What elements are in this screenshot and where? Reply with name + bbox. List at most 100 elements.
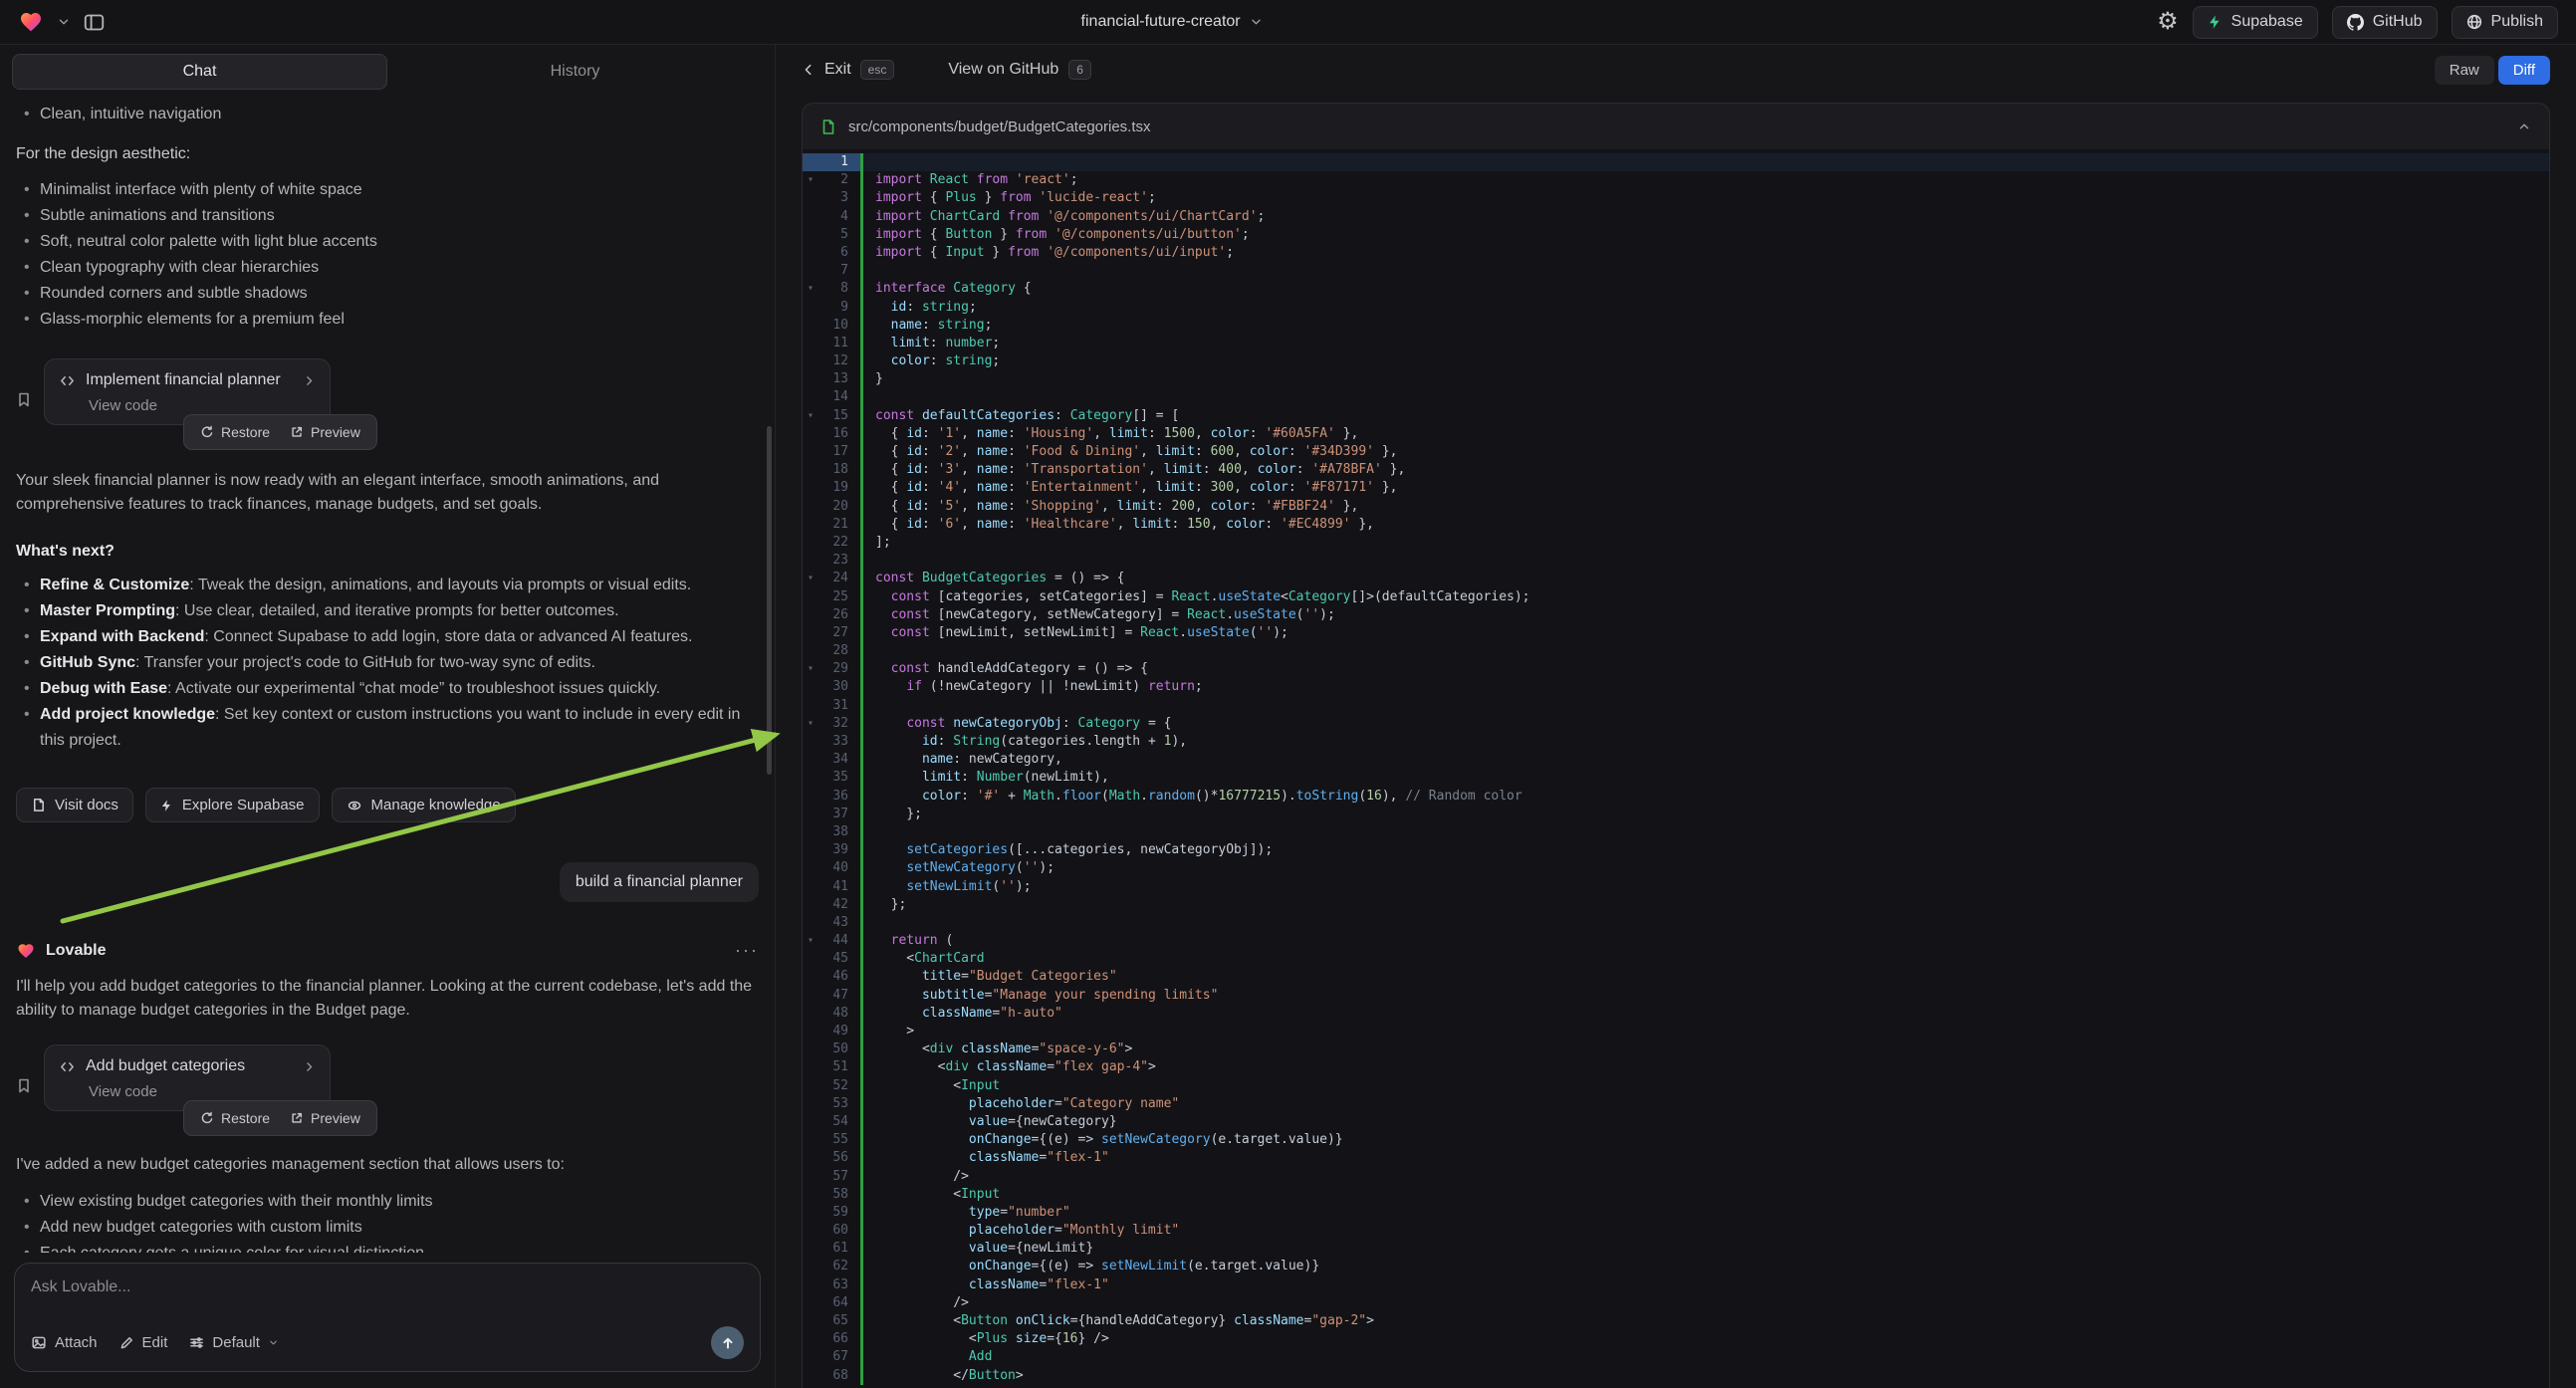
bullet-item: Each category gets a unique color for vi… (16, 1241, 759, 1253)
tab-chat[interactable]: Chat (12, 54, 387, 90)
restore-icon (200, 425, 214, 439)
summary-paragraph: Your sleek financial planner is now read… (16, 469, 759, 517)
code-icon (59, 1059, 76, 1074)
restore-button[interactable]: Restore (190, 421, 280, 443)
code-line: 59 type="number" (803, 1204, 2549, 1222)
collapse-chevron-up-icon[interactable] (2517, 119, 2531, 133)
code-line: 35 limit: Number(newLimit), (803, 769, 2549, 787)
code-line: ▾8interface Category { (803, 280, 2549, 298)
code-line: 36 color: '#' + Math.floor(Math.random()… (803, 788, 2549, 806)
project-switcher[interactable]: financial-future-creator (1081, 13, 1264, 31)
chat-message-list[interactable]: Clean, intuitive navigation For the desi… (0, 90, 775, 1253)
fold-chevron-icon[interactable]: ▾ (808, 570, 814, 587)
code-line: 45 <ChartCard (803, 950, 2549, 968)
file-path: src/components/budget/BudgetCategories.t… (848, 118, 1151, 135)
visit-docs-button[interactable]: Visit docs (16, 788, 133, 822)
view-on-github-link[interactable]: View on GitHub 6 (948, 60, 1091, 80)
image-icon (31, 1335, 47, 1350)
composer-placeholder[interactable]: Ask Lovable... (31, 1278, 744, 1296)
assistant-header: Lovable ··· (16, 940, 759, 961)
code-line: 63 className="flex-1" (803, 1276, 2549, 1294)
external-link-icon (290, 425, 304, 439)
attach-button[interactable]: Attach (31, 1334, 98, 1351)
model-selector[interactable]: Default (189, 1334, 279, 1351)
code-editor[interactable]: 1▾2import React from 'react';3import { P… (803, 149, 2549, 1388)
bullet-item: Glass-morphic elements for a premium fee… (16, 307, 759, 333)
bookmark-icon[interactable] (16, 1060, 32, 1111)
github-icon (2347, 14, 2364, 31)
toggle-sidebar-icon[interactable] (84, 13, 105, 32)
globe-icon (2466, 14, 2482, 30)
bullet-item: Soft, neutral color palette with light b… (16, 229, 759, 255)
file-card: src/components/budget/BudgetCategories.t… (802, 103, 2550, 1388)
fold-chevron-icon[interactable]: ▾ (808, 660, 814, 678)
chevron-right-icon (303, 374, 316, 387)
code-line: 4import ChartCard from '@/components/ui/… (803, 208, 2549, 226)
tab-history[interactable]: History (387, 54, 763, 90)
code-line: 10 name: string; (803, 317, 2549, 335)
manage-knowledge-button[interactable]: Manage knowledge (332, 788, 516, 822)
restore-button[interactable]: Restore (190, 1107, 280, 1129)
code-line: ▾2import React from 'react'; (803, 171, 2549, 189)
lovable-heart-logo[interactable] (18, 10, 44, 34)
code-line: 6import { Input } from '@/components/ui/… (803, 244, 2549, 262)
chat-tabs: Chat History (12, 54, 763, 90)
supabase-button[interactable]: Supabase (2193, 6, 2318, 39)
github-count-badge: 6 (1068, 60, 1091, 80)
code-line: ▾44 return ( (803, 932, 2549, 950)
view-code-link[interactable]: View code (89, 1083, 316, 1100)
preview-button[interactable]: Preview (280, 421, 370, 443)
code-line: 26 const [newCategory, setNewCategory] =… (803, 606, 2549, 624)
code-line: 46 title="Budget Categories" (803, 968, 2549, 986)
code-line: 14 (803, 388, 2549, 406)
file-header[interactable]: src/components/budget/BudgetCategories.t… (803, 104, 2549, 149)
next-steps-list: Refine & Customize: Tweak the design, an… (16, 573, 759, 754)
code-line: 11 limit: number; (803, 335, 2549, 352)
code-line: 56 className="flex-1" (803, 1149, 2549, 1167)
bookmark-icon[interactable] (16, 374, 32, 425)
code-line: ▾24const BudgetCategories = () => { (803, 570, 2549, 587)
raw-toggle-button[interactable]: Raw (2435, 56, 2494, 85)
code-panel: Exit esc View on GitHub 6 Raw Diff src/c… (776, 45, 2576, 1388)
diff-toggle-button[interactable]: Diff (2498, 56, 2550, 85)
code-line: 52 <Input (803, 1077, 2549, 1095)
code-line: 34 name: newCategory, (803, 751, 2549, 769)
chat-scrollbar[interactable] (767, 426, 772, 775)
send-button[interactable] (711, 1326, 744, 1359)
card-hover-toolbar: Restore Preview (183, 1100, 377, 1136)
code-line: 22]; (803, 534, 2549, 552)
code-line: 13} (803, 370, 2549, 388)
fold-chevron-icon[interactable]: ▾ (808, 280, 814, 298)
workspace-chevron-down-icon[interactable] (57, 15, 71, 29)
project-name: financial-future-creator (1081, 13, 1241, 31)
arrow-up-icon (720, 1335, 736, 1351)
explore-supabase-button[interactable]: Explore Supabase (145, 788, 320, 822)
code-line: 50 <div className="space-y-6"> (803, 1041, 2549, 1058)
fold-chevron-icon[interactable]: ▾ (808, 932, 814, 950)
bullet-item: Rounded corners and subtle shadows (16, 281, 759, 307)
composer[interactable]: Ask Lovable... Attach Edit (14, 1263, 761, 1372)
preview-button[interactable]: Preview (280, 1107, 370, 1129)
github-button[interactable]: GitHub (2332, 6, 2438, 39)
code-line: 49 > (803, 1023, 2549, 1041)
publish-button[interactable]: Publish (2452, 6, 2558, 39)
code-line: 5import { Button } from '@/components/ui… (803, 226, 2549, 244)
message-menu-button[interactable]: ··· (735, 940, 759, 961)
bullet-item: Minimalist interface with plenty of whit… (16, 177, 759, 203)
code-line: 66 <Plus size={16} /> (803, 1330, 2549, 1348)
fold-chevron-icon[interactable]: ▾ (808, 715, 814, 733)
fold-chevron-icon[interactable]: ▾ (808, 407, 814, 425)
esc-key-badge: esc (860, 60, 895, 80)
code-line: 18 { id: '3', name: 'Transportation', li… (803, 461, 2549, 479)
external-link-icon (290, 1111, 304, 1125)
code-line: 62 onChange={(e) => setNewLimit(e.target… (803, 1258, 2549, 1275)
code-line: ▾32 const newCategoryObj: Category = { (803, 715, 2549, 733)
settings-gear-icon[interactable]: ⚙ (2157, 10, 2179, 34)
code-icon (59, 373, 76, 388)
code-line: 7 (803, 262, 2549, 280)
view-code-link[interactable]: View code (89, 397, 316, 414)
fold-chevron-icon[interactable]: ▾ (808, 171, 814, 189)
exit-button[interactable]: Exit esc (802, 60, 894, 80)
edit-button[interactable]: Edit (119, 1334, 168, 1351)
view-mode-toggle: Raw Diff (2435, 56, 2550, 85)
